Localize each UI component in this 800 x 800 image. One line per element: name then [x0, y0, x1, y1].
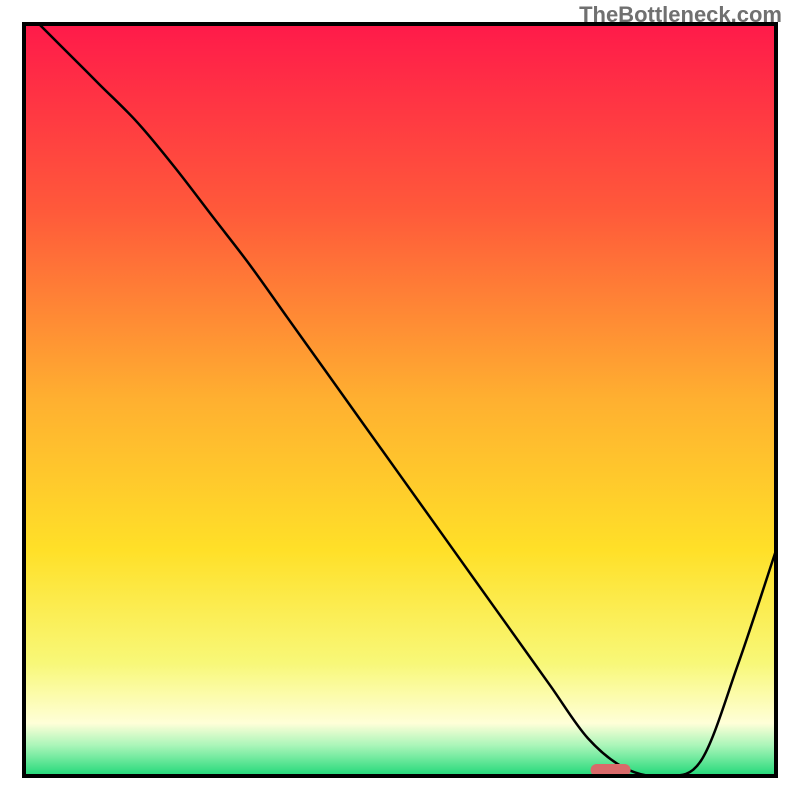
watermark-text: TheBottleneck.com — [579, 2, 782, 28]
chart-svg — [0, 0, 800, 800]
bottleneck-chart — [0, 0, 800, 800]
plot-area — [24, 24, 776, 776]
